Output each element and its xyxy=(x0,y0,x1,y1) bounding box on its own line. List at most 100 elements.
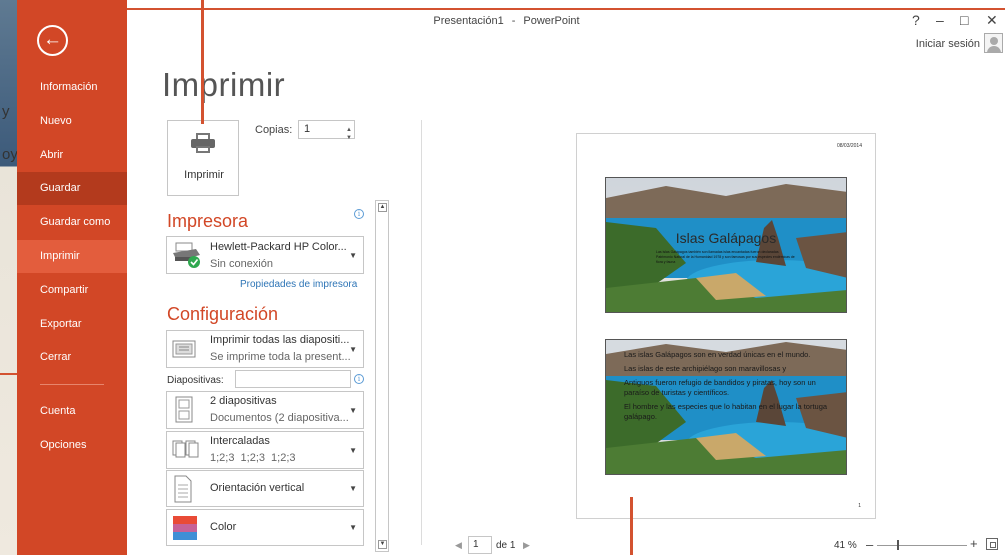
panel-divider xyxy=(421,120,422,545)
maximize-icon[interactable]: □ xyxy=(960,12,968,28)
close-icon[interactable]: ✕ xyxy=(986,12,998,29)
preview-page-number: 1 xyxy=(858,503,861,509)
slide-2-bullets: Las islas Galápagos son en verdad únicas… xyxy=(624,350,834,426)
nav-item-abrir[interactable]: Abrir xyxy=(17,139,127,172)
printer-heading: Impresora xyxy=(167,211,249,231)
copies-label: Copias: xyxy=(255,124,293,136)
slide-2-bullet: El hombre y las especies que lo habitan … xyxy=(624,402,828,421)
nav-item-guardar-como[interactable]: Guardar como xyxy=(17,206,127,239)
printer-dropdown[interactable]: Hewlett-Packard HP Color... Sin conexión… xyxy=(166,236,364,274)
window-title: Presentación1- PowerPoint xyxy=(0,15,1005,27)
color-dropdown[interactable]: Color ▼ xyxy=(166,509,364,546)
chevron-down-icon: ▼ xyxy=(349,523,357,532)
zoom-percent[interactable]: 41 % xyxy=(834,540,857,551)
info-icon[interactable]: i xyxy=(354,209,364,219)
slide-1-subtitle: Las islas Galápagos también son llamadas… xyxy=(656,250,795,264)
chevron-down-icon: ▼ xyxy=(349,345,357,354)
copies-stepper[interactable]: 1 ▲ ▼ xyxy=(298,120,355,141)
title-separator: - xyxy=(511,15,516,27)
print-range-dropdown[interactable]: Imprimir todas las diapositi... Se impri… xyxy=(166,330,364,368)
printer-device-icon xyxy=(173,242,200,268)
nav-item-imprimir[interactable]: Imprimir xyxy=(17,240,127,273)
slide-1-title: Islas Galápagos xyxy=(675,230,777,246)
layout-sub: Documentos (2 diapositiva... xyxy=(210,412,349,424)
slides-label: Diapositivas: xyxy=(167,375,224,386)
layout-dropdown[interactable]: 2 diapositivas Documentos (2 diapositiva… xyxy=(166,391,364,429)
background-slide-text: oy xyxy=(2,146,18,163)
background-slide-edge xyxy=(0,0,18,555)
prev-page-icon[interactable]: ◀ xyxy=(455,540,462,551)
page-count-label: de 1 xyxy=(496,540,516,551)
user-avatar-icon[interactable] xyxy=(984,33,1003,53)
slide-2-bullet: Las islas de este archipiélago son marav… xyxy=(624,364,787,373)
print-preview-page: 08/03/2014 Islas Galápagos Las islas Gal… xyxy=(576,133,876,519)
zoom-to-page-icon[interactable] xyxy=(986,538,998,550)
window-top-border xyxy=(126,8,1005,10)
preview-slide-2: Las islas Galápagos son en verdad únicas… xyxy=(605,339,847,475)
nav-item-guardar[interactable]: Guardar xyxy=(17,172,127,205)
portrait-page-icon xyxy=(174,475,192,503)
spin-down-icon[interactable]: ▼ xyxy=(346,130,352,147)
chevron-down-icon: ▼ xyxy=(349,446,357,455)
orientation-main: Orientación vertical xyxy=(210,482,305,494)
callout-line xyxy=(0,373,17,375)
preview-slide-1: Islas Galápagos Las islas Galápagos tamb… xyxy=(605,177,847,313)
nav-divider xyxy=(40,384,104,385)
settings-scrollbar[interactable]: ▲ ▼ xyxy=(375,200,389,552)
print-range-main: Imprimir todas las diapositi... xyxy=(210,334,350,346)
nav-item-opciones[interactable]: Opciones xyxy=(17,429,127,462)
orientation-dropdown[interactable]: Orientación vertical ▼ xyxy=(166,470,364,507)
collate-sub: 1;2;3 1;2;3 1;2;3 xyxy=(210,452,296,464)
zoom-in-button[interactable]: + xyxy=(970,536,978,551)
zoom-slider-thumb[interactable] xyxy=(897,540,899,550)
handout-layout-icon xyxy=(175,396,193,423)
color-swatch-icon xyxy=(173,516,197,540)
nav-item-cerrar[interactable]: Cerrar xyxy=(17,341,127,374)
nav-item-cuenta[interactable]: Cuenta xyxy=(17,395,127,428)
nav-item-informacion[interactable]: Información xyxy=(17,71,127,104)
collate-icon xyxy=(172,440,199,458)
slide-2-bullet: Las islas Galápagos son en verdad únicas… xyxy=(624,350,811,359)
slide-2-bullet: Antiguos fueron refugio de bandidos y pi… xyxy=(624,378,816,397)
app-name: PowerPoint xyxy=(523,15,580,27)
scroll-down-icon[interactable]: ▼ xyxy=(378,540,387,549)
back-arrow-icon[interactable]: ← xyxy=(37,25,68,56)
preview-date: 08/03/2014 xyxy=(836,143,862,149)
page-title: Imprimir xyxy=(162,66,286,103)
info-icon[interactable]: i xyxy=(354,374,364,384)
backstage-nav: ← Información Nuevo Abrir Guardar Guarda… xyxy=(17,0,127,555)
chevron-down-icon: ▼ xyxy=(349,406,357,415)
help-icon[interactable]: ? xyxy=(912,12,920,28)
slides-input[interactable] xyxy=(235,370,351,388)
layout-main: 2 diapositivas xyxy=(210,395,277,407)
callout-line xyxy=(630,497,633,555)
settings-heading: Configuración xyxy=(167,304,279,324)
print-button[interactable]: Imprimir xyxy=(167,120,239,196)
minimize-icon[interactable]: – xyxy=(936,12,944,28)
document-title: Presentación1 xyxy=(433,15,504,27)
chevron-down-icon: ▼ xyxy=(349,251,357,260)
color-main: Color xyxy=(210,521,237,533)
printer-name: Hewlett-Packard HP Color... xyxy=(210,241,347,253)
copies-value: 1 xyxy=(304,123,311,135)
printer-status: Sin conexión xyxy=(210,258,273,270)
nav-item-compartir[interactable]: Compartir xyxy=(17,274,127,307)
sign-in-link[interactable]: Iniciar sesión xyxy=(916,38,980,50)
printer-icon xyxy=(191,133,215,153)
print-button-label: Imprimir xyxy=(184,169,224,181)
background-slide-text: y xyxy=(2,103,10,120)
nav-item-exportar[interactable]: Exportar xyxy=(17,308,127,341)
print-range-sub: Se imprime toda la present... xyxy=(210,351,350,363)
zoom-out-button[interactable]: – xyxy=(866,537,873,552)
scroll-up-icon[interactable]: ▲ xyxy=(378,203,387,212)
nav-item-nuevo[interactable]: Nuevo xyxy=(17,105,127,138)
zoom-slider[interactable] xyxy=(877,545,967,546)
printer-properties-link[interactable]: Propiedades de impresora xyxy=(240,279,357,290)
next-page-icon[interactable]: ▶ xyxy=(523,540,530,551)
slides-stack-icon xyxy=(172,340,196,358)
collate-dropdown[interactable]: Intercaladas 1;2;3 1;2;3 1;2;3 ▼ xyxy=(166,431,364,469)
collate-main: Intercaladas xyxy=(210,435,270,447)
chevron-down-icon: ▼ xyxy=(349,484,357,493)
callout-line xyxy=(201,0,204,124)
page-number-input[interactable]: 1 xyxy=(468,536,492,554)
